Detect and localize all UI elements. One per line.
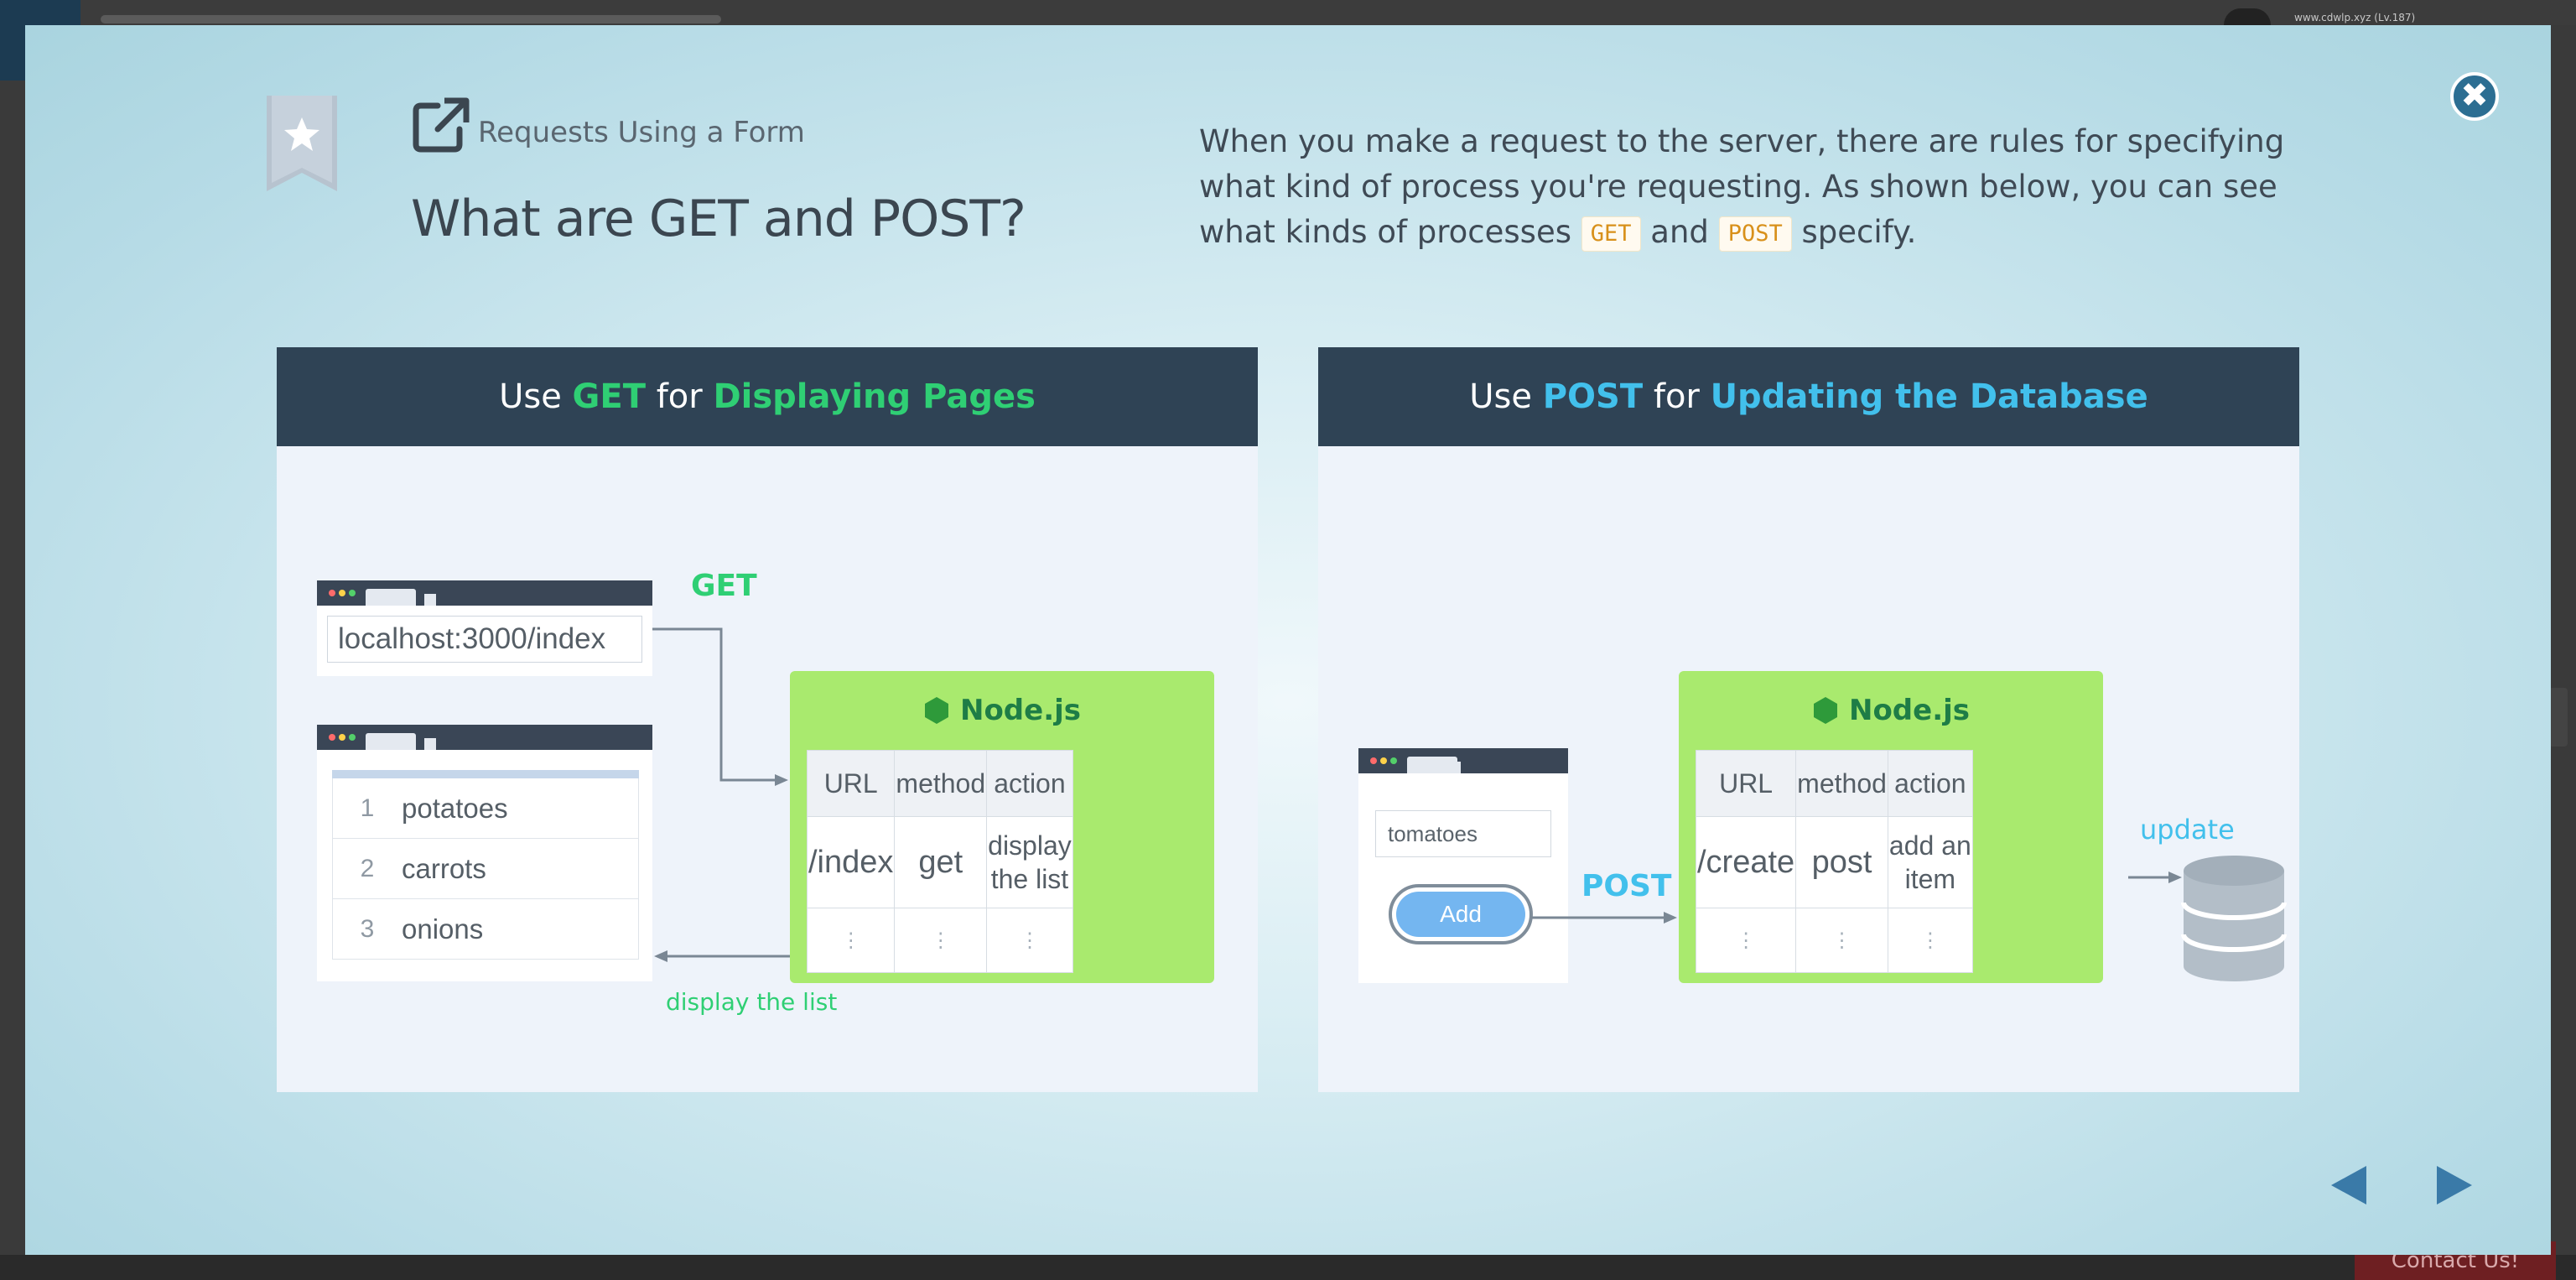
bookmark-star-icon[interactable] [267, 96, 337, 191]
nodejs-hexagon-icon [1813, 697, 1837, 724]
route-action: display the list [986, 816, 1073, 908]
table-header: method [894, 750, 988, 817]
get-panel: Use GET for Displaying Pages localhost:3… [277, 347, 1258, 1092]
section-label: Requests Using a Form [478, 116, 805, 149]
route-table: URL method action /create post add an ite… [1695, 750, 1973, 973]
route-url: /index [806, 816, 896, 908]
post-panel: Use POST for Updating the Database tomat… [1318, 347, 2299, 1092]
description-end: specify. [1801, 214, 1917, 250]
previous-arrow-icon[interactable] [2328, 1164, 2370, 1206]
table-header: action [986, 750, 1073, 817]
table-row: ⋮ ⋮ ⋮ [1695, 908, 1973, 973]
code-post: POST [1718, 216, 1792, 252]
background-search-bar [101, 15, 721, 23]
background-url-text: www.cdwlp.xyz (Lv.187) [2294, 12, 2416, 23]
server-label: Node.js [790, 688, 1214, 733]
description-and: and [1650, 214, 1709, 250]
database-icon [2181, 856, 2287, 981]
update-label: update [2140, 814, 2235, 846]
code-get: GET [1581, 216, 1641, 252]
background-avatar [2224, 8, 2271, 25]
table-header: URL [806, 750, 896, 817]
table-header: method [1795, 750, 1888, 817]
close-button[interactable]: ✖ [2450, 72, 2499, 121]
table-row: /create post add an item [1695, 816, 1973, 908]
eyebrow: Requests Using a Form [413, 94, 805, 153]
nodejs-hexagon-icon [924, 697, 948, 724]
route-table: URL method action /index get display the … [806, 750, 1073, 973]
nodejs-server: Node.js URL method action /create post a… [1679, 671, 2103, 983]
next-arrow-icon[interactable] [2433, 1164, 2475, 1206]
route-method: get [894, 816, 988, 908]
route-action: add an item [1887, 816, 1973, 908]
slide-dialog: ✖ Requests Using a Form What are GET and… [25, 25, 2551, 1255]
nodejs-server: Node.js URL method action /index get dis… [790, 671, 1214, 983]
table-row: /index get display the list [806, 816, 1073, 908]
route-url: /create [1695, 816, 1797, 908]
background-scrollbar [2549, 688, 2568, 747]
close-icon: ✖ [2460, 76, 2489, 115]
slide-description: When you make a request to the server, t… [1199, 119, 2289, 255]
external-link-icon [413, 97, 470, 153]
route-method: post [1795, 816, 1888, 908]
display-list-label: display the list [666, 988, 838, 1016]
table-header: URL [1695, 750, 1797, 817]
background-bottom-bar [0, 1255, 2576, 1280]
slide-title: What are GET and POST? [411, 190, 1026, 248]
table-row: ⋮ ⋮ ⋮ [806, 908, 1073, 973]
table-header: action [1887, 750, 1973, 817]
server-label: Node.js [1679, 688, 2103, 733]
